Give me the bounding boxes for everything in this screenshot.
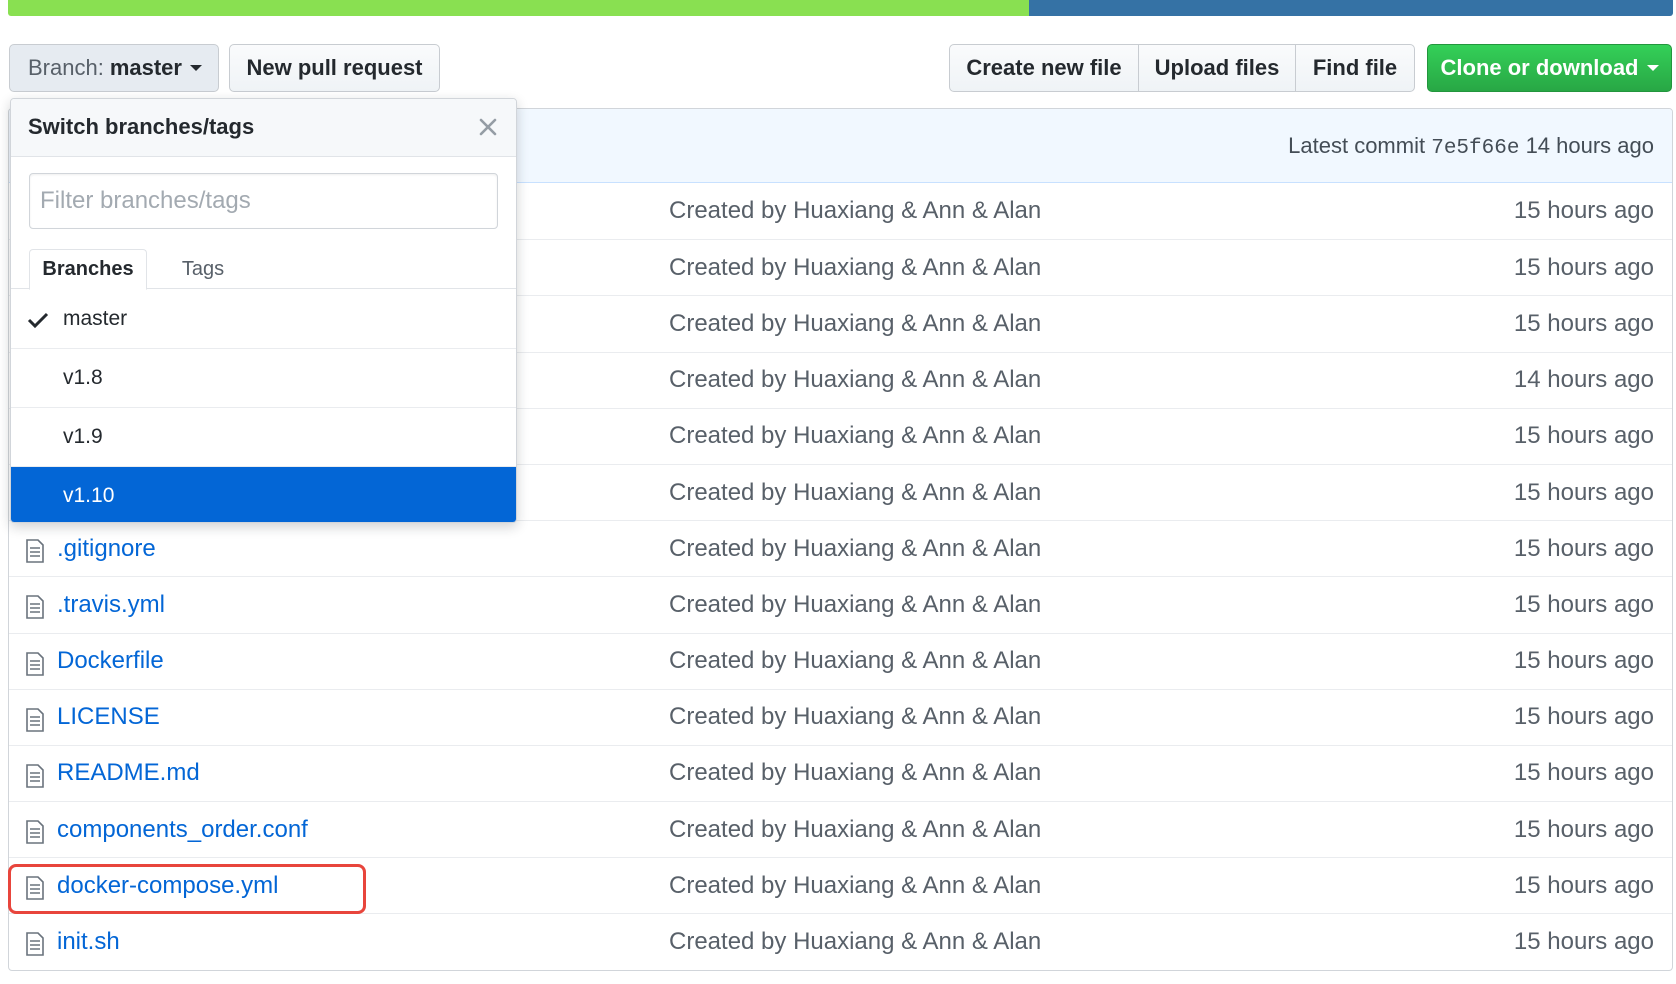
commit-message-link[interactable]: Created by Huaxiang & Ann & Alan — [669, 703, 1041, 731]
commit-message-link[interactable]: Created by Huaxiang & Ann & Alan — [669, 535, 1041, 563]
clone-or-download-label: Clone or download — [1440, 55, 1639, 80]
file-icon — [25, 707, 45, 732]
file-age: 15 hours ago — [1513, 647, 1654, 675]
branch-select-button[interactable]: Branch: master — [9, 44, 219, 92]
language-bar[interactable] — [8, 0, 1673, 16]
file-icon — [25, 764, 45, 788]
file-icon — [25, 820, 45, 844]
commit-message-link[interactable]: Created by Huaxiang & Ann & Alan — [669, 759, 1041, 787]
file-age: 15 hours ago — [1513, 928, 1654, 956]
file-age: 15 hours ago — [1513, 309, 1654, 337]
commit-message-link[interactable]: Created by Huaxiang & Ann & Alan — [669, 591, 1041, 619]
commit-sha-link[interactable]: 7e5f66e — [1431, 137, 1519, 160]
file-actions-group: Create new file Upload files Find file — [949, 44, 1415, 92]
file-age: 15 hours ago — [1513, 197, 1654, 225]
file-age: 15 hours ago — [1513, 590, 1654, 618]
branch-item-name: v1.9 — [63, 425, 103, 448]
filter-branches-input[interactable] — [29, 173, 498, 229]
branch-select-label: Branch: — [28, 55, 104, 80]
new-pull-request-button[interactable]: New pull request — [229, 44, 440, 92]
file-name-link[interactable]: README.md — [57, 759, 200, 787]
branch-item[interactable]: master — [11, 290, 516, 349]
branch-item-name: master — [63, 307, 128, 330]
file-row: components_order.conf Created by Huaxiang… — [9, 801, 1672, 857]
latest-commit-label: Latest commit — [1288, 133, 1426, 158]
close-icon[interactable] — [476, 115, 500, 139]
file-name-link[interactable]: .gitignore — [57, 535, 156, 563]
file-row: .travis.yml Created by Huaxiang & Ann & A… — [9, 576, 1672, 632]
caret-down-icon — [189, 65, 202, 71]
file-age: 15 hours ago — [1513, 871, 1654, 899]
file-age: 15 hours ago — [1513, 253, 1654, 281]
commit-message-link[interactable]: Created by Huaxiang & Ann & Alan — [669, 928, 1041, 956]
file-name-link[interactable]: components_order.conf — [57, 816, 308, 844]
branch-switcher-dropdown: Switch branches/tags Branches Tags maste… — [10, 98, 517, 523]
branch-select-value: master — [109, 55, 182, 80]
file-icon — [25, 539, 45, 563]
commit-message-link[interactable]: Created by Huaxiang & Ann & Alan — [669, 366, 1041, 394]
commit-message-link[interactable]: Created by Huaxiang & Ann & Alan — [669, 479, 1041, 507]
branch-item[interactable]: v1.10 — [11, 467, 516, 522]
file-age: 15 hours ago — [1513, 478, 1654, 506]
caret-down-icon — [1646, 65, 1659, 71]
branch-item[interactable]: v1.9 — [11, 408, 516, 467]
file-age: 15 hours ago — [1513, 534, 1654, 562]
upload-files-button[interactable]: Upload files — [1138, 44, 1296, 92]
commit-message-link[interactable]: Created by Huaxiang & Ann & Alan — [669, 816, 1041, 844]
highlight-annotation-box — [8, 864, 366, 914]
language-bar-segment[interactable] — [8, 0, 1029, 16]
check-icon — [27, 312, 49, 329]
file-age: 15 hours ago — [1513, 815, 1654, 843]
commit-message-link[interactable]: Created by Huaxiang & Ann & Alan — [669, 254, 1041, 282]
commit-age: 14 hours ago — [1525, 133, 1654, 158]
branch-item-name: v1.8 — [63, 366, 103, 389]
find-file-button[interactable]: Find file — [1295, 44, 1415, 92]
latest-commit: Latest commit 7e5f66e 14 hours ago — [1288, 133, 1654, 160]
file-name-link[interactable]: Dockerfile — [57, 647, 164, 675]
file-name-link[interactable]: init.sh — [57, 928, 120, 956]
dropdown-tabs: Branches Tags — [11, 249, 516, 290]
file-age: 15 hours ago — [1513, 422, 1654, 450]
dropdown-title: Switch branches/tags — [28, 114, 255, 139]
tab-branches[interactable]: Branches — [29, 249, 147, 290]
file-name-link[interactable]: LICENSE — [57, 703, 160, 731]
file-icon — [25, 595, 45, 620]
branch-list: master v1.8 v1.9 v1.10 — [11, 290, 516, 522]
branch-item-name: v1.10 — [63, 484, 115, 507]
file-row: LICENSE Created by Huaxiang & Ann & Alan 1… — [9, 688, 1672, 745]
file-row: init.sh Created by Huaxiang & Ann & Alan 1… — [9, 913, 1672, 969]
commit-message-link[interactable]: Created by Huaxiang & Ann & Alan — [669, 197, 1041, 225]
file-age: 14 hours ago — [1513, 366, 1654, 394]
commit-message-link[interactable]: Created by Huaxiang & Ann & Alan — [669, 310, 1041, 338]
commit-message-link[interactable]: Created by Huaxiang & Ann & Alan — [669, 872, 1041, 900]
dropdown-header: Switch branches/tags — [11, 99, 516, 157]
file-age: 15 hours ago — [1513, 759, 1654, 787]
tab-tags[interactable]: Tags — [157, 249, 249, 290]
create-new-file-button[interactable]: Create new file — [949, 44, 1139, 92]
language-bar-segment[interactable] — [1028, 0, 1673, 16]
file-row: README.md Created by Huaxiang & Ann & Ala… — [9, 744, 1672, 801]
clone-or-download-button[interactable]: Clone or download — [1427, 44, 1672, 92]
commit-message-link[interactable]: Created by Huaxiang & Ann & Alan — [669, 647, 1041, 675]
commit-message-link[interactable]: Created by Huaxiang & Ann & Alan — [669, 422, 1041, 450]
file-icon — [25, 932, 45, 957]
file-row: .gitignore Created by Huaxiang & Ann & Al… — [9, 520, 1672, 576]
file-icon — [25, 651, 45, 676]
file-name-link[interactable]: .travis.yml — [57, 591, 165, 619]
branch-item[interactable]: v1.8 — [11, 349, 516, 408]
file-age: 15 hours ago — [1513, 703, 1654, 731]
file-row: Dockerfile Created by Huaxiang & Ann & Al… — [9, 632, 1672, 689]
